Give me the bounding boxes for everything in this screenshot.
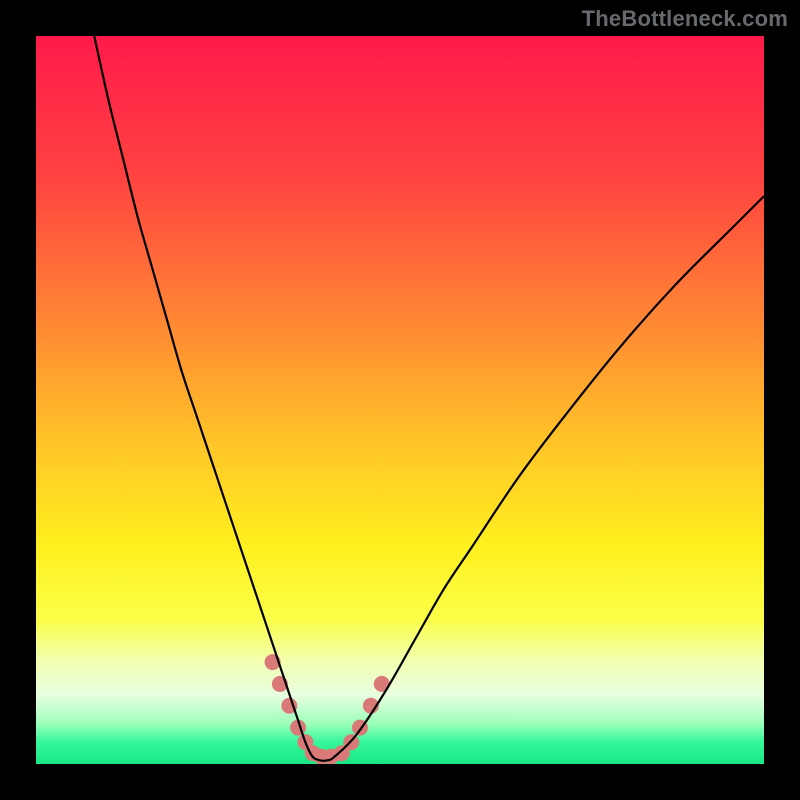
plot-area [36,36,764,764]
watermark-text: TheBottleneck.com [582,6,788,32]
curve-layer [36,36,764,764]
chart-frame: TheBottleneck.com [0,0,800,800]
